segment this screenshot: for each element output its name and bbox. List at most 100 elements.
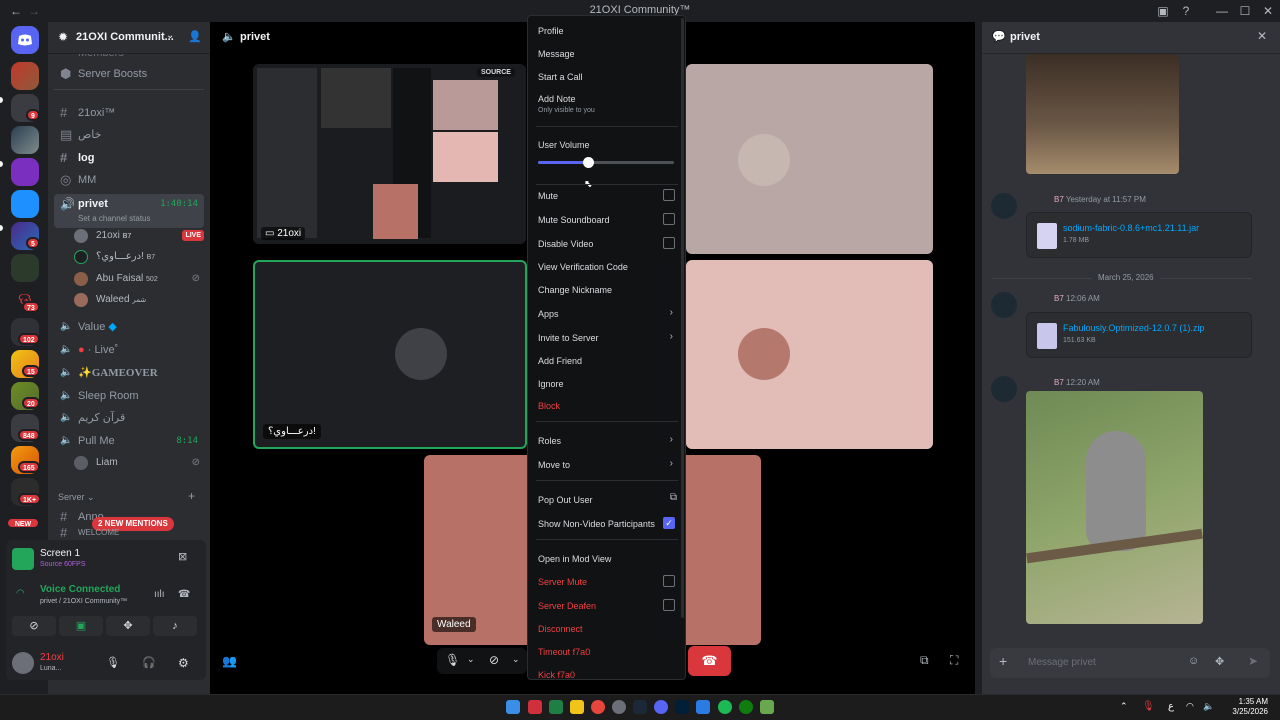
menu-roles[interactable]: Roles — [538, 436, 678, 446]
settings-gear-icon[interactable]: ⚙ — [178, 656, 189, 670]
menu-show-nonvideo[interactable]: Show Non-Video Participants — [538, 519, 678, 529]
category-server[interactable]: Server ⌄ — [58, 492, 95, 503]
voice-channel-pullme[interactable]: 🔈 Pull Me 8:14 — [54, 430, 204, 452]
menu-scrollbar[interactable] — [681, 18, 684, 618]
menu-add-note[interactable]: Add Note — [538, 94, 678, 104]
chrome-icon[interactable] — [591, 700, 605, 714]
inbox-icon[interactable]: ▣ — [1155, 3, 1171, 19]
menu-block[interactable]: Block — [538, 401, 678, 411]
bird-image[interactable] — [1026, 391, 1203, 624]
clock-time[interactable]: 1:35 AM — [1230, 697, 1268, 706]
minecraft-icon[interactable] — [760, 700, 774, 714]
discord-icon[interactable] — [654, 700, 668, 714]
avatar[interactable] — [991, 193, 1017, 219]
voice-channel-sleep[interactable]: 🔈 Sleep Room — [54, 385, 204, 407]
channel-welcome[interactable]: # WELCOME — [54, 528, 204, 540]
activities-button[interactable]: ✥ — [106, 616, 150, 636]
chevron-down-icon[interactable]: ⌄ — [512, 654, 520, 665]
voice-user-waleed[interactable]: Waleed شمر — [74, 290, 204, 310]
headphones-icon[interactable]: 🎧 — [142, 656, 156, 669]
menu-start-call[interactable]: Start a Call — [538, 72, 678, 82]
mute-soundboard-checkbox[interactable] — [663, 213, 675, 225]
menu-message[interactable]: Message — [538, 49, 678, 59]
send-icon[interactable]: ➤ — [1248, 654, 1258, 668]
voice-user-abu-faisal[interactable]: Abu Faisal 502 ⊘ — [74, 269, 204, 289]
disable-video-checkbox[interactable] — [663, 237, 675, 249]
menu-disable-video[interactable]: Disable Video — [538, 239, 678, 249]
input-language[interactable]: ع — [1168, 701, 1174, 712]
menu-pop-out[interactable]: Pop Out User — [538, 495, 678, 505]
voice-user-21oxi[interactable]: 21oxi B7 LIVE — [74, 226, 204, 246]
menu-open-mod-view[interactable]: Open in Mod View — [538, 554, 678, 564]
menu-mute[interactable]: Mute — [538, 191, 678, 201]
avatar[interactable] — [991, 376, 1017, 402]
add-person-icon[interactable]: 👥 — [222, 654, 237, 668]
server-deafen-checkbox[interactable] — [663, 599, 675, 611]
close-icon[interactable]: ✕ — [1257, 29, 1267, 43]
menu-server-mute[interactable]: Server Mute — [538, 577, 678, 587]
emoji-icon[interactable]: ☺ — [1188, 655, 1199, 667]
server-icon-7[interactable] — [11, 254, 39, 282]
server-icon-5[interactable] — [11, 190, 39, 218]
video-off-icon[interactable]: ⊘ — [489, 653, 499, 667]
menu-add-friend[interactable]: Add Friend — [538, 356, 678, 366]
participant-tile[interactable] — [686, 64, 933, 254]
voice-channel-gameover[interactable]: 🔈 ✨GAMEOVER — [54, 362, 204, 384]
soundboard-button[interactable]: ♪ — [153, 616, 197, 636]
add-channel-icon[interactable]: + — [188, 489, 195, 503]
mute-checkbox[interactable] — [663, 189, 675, 201]
steam-icon[interactable] — [633, 700, 647, 714]
volume-slider[interactable] — [538, 157, 674, 168]
video-off-button[interactable]: ⊘ — [12, 616, 56, 636]
screen-share-button[interactable]: ▣ — [59, 616, 103, 636]
menu-invite[interactable]: Invite to Server — [538, 333, 678, 343]
message-composer[interactable]: + Message privet ☺ ✥ ➤ — [990, 648, 1270, 678]
microphone-tray-icon[interactable]: 🎙 — [1142, 701, 1155, 712]
excel-icon[interactable] — [549, 700, 563, 714]
username[interactable]: 21oxi — [40, 652, 64, 663]
menu-mute-soundboard[interactable]: Mute Soundboard — [538, 215, 678, 225]
microphone-icon[interactable]: 🎙 — [445, 653, 460, 667]
avatar[interactable] — [991, 292, 1017, 318]
new-badge[interactable]: NEW — [6, 517, 40, 529]
voice-channel-live[interactable]: 🔈 ● · Live˚ — [54, 339, 204, 361]
fullscreen-icon[interactable]: ⛶ — [950, 653, 958, 668]
chevron-down-icon[interactable]: ⌄ — [467, 654, 475, 665]
composer-placeholder[interactable]: Message privet — [1028, 657, 1096, 668]
channel-mm[interactable]: ◎ MM — [54, 169, 204, 191]
menu-timeout[interactable]: Timeout f7a0 — [538, 647, 678, 657]
minimize-icon[interactable]: — — [1214, 3, 1230, 19]
menu-apps[interactable]: Apps — [538, 309, 678, 319]
wifi-icon[interactable]: ◠ — [1186, 701, 1194, 712]
file-name[interactable]: sodium-fabric-0.8.6+mc1.21.11.jar — [1063, 223, 1199, 233]
menu-view-verification[interactable]: View Verification Code — [538, 262, 678, 272]
help-icon[interactable]: ? — [1178, 3, 1194, 19]
voice-user-darawi[interactable]: درعـــاوي؟! B7 — [74, 247, 204, 267]
photoshop-icon[interactable] — [675, 700, 689, 714]
chevron-up-icon[interactable]: ⌃ — [1120, 701, 1128, 712]
menu-ignore[interactable]: Ignore — [538, 379, 678, 389]
menu-disconnect[interactable]: Disconnect — [538, 624, 678, 634]
participant-tile[interactable] — [686, 260, 933, 449]
voice-channel-value[interactable]: 🔈 Value ◆ — [54, 316, 204, 338]
channel-21oxi[interactable]: #21oxi™ — [54, 102, 204, 124]
file-name[interactable]: Fabulously.Optimized-12.0.7 (1).zip — [1063, 323, 1204, 333]
channel-private[interactable]: ▤ خاص — [54, 124, 204, 146]
disconnect-icon[interactable]: ☎ — [178, 589, 190, 600]
server-icon-4[interactable] — [11, 158, 39, 186]
app-icon[interactable] — [612, 700, 626, 714]
voice-connected-status[interactable]: Voice Connected — [40, 584, 120, 595]
show-nonvideo-checkbox-checked[interactable]: ✓ — [663, 517, 675, 529]
xbox-icon[interactable] — [739, 700, 753, 714]
channel-status[interactable]: Set a channel status — [78, 214, 151, 223]
noise-suppression-icon[interactable]: ıılı — [154, 589, 165, 600]
server-mute-checkbox[interactable] — [663, 575, 675, 587]
channel-log[interactable]: # log — [54, 147, 204, 169]
windows-start-icon[interactable] — [506, 700, 520, 714]
app-icon[interactable] — [528, 700, 542, 714]
vscode-icon[interactable] — [696, 700, 710, 714]
image-attachment[interactable] — [1026, 54, 1179, 174]
menu-kick[interactable]: Kick f7a0 — [538, 670, 678, 679]
server-icon-1[interactable] — [11, 62, 39, 90]
participant-tile-speaking[interactable]: درعـــاوي؟! — [253, 260, 527, 449]
